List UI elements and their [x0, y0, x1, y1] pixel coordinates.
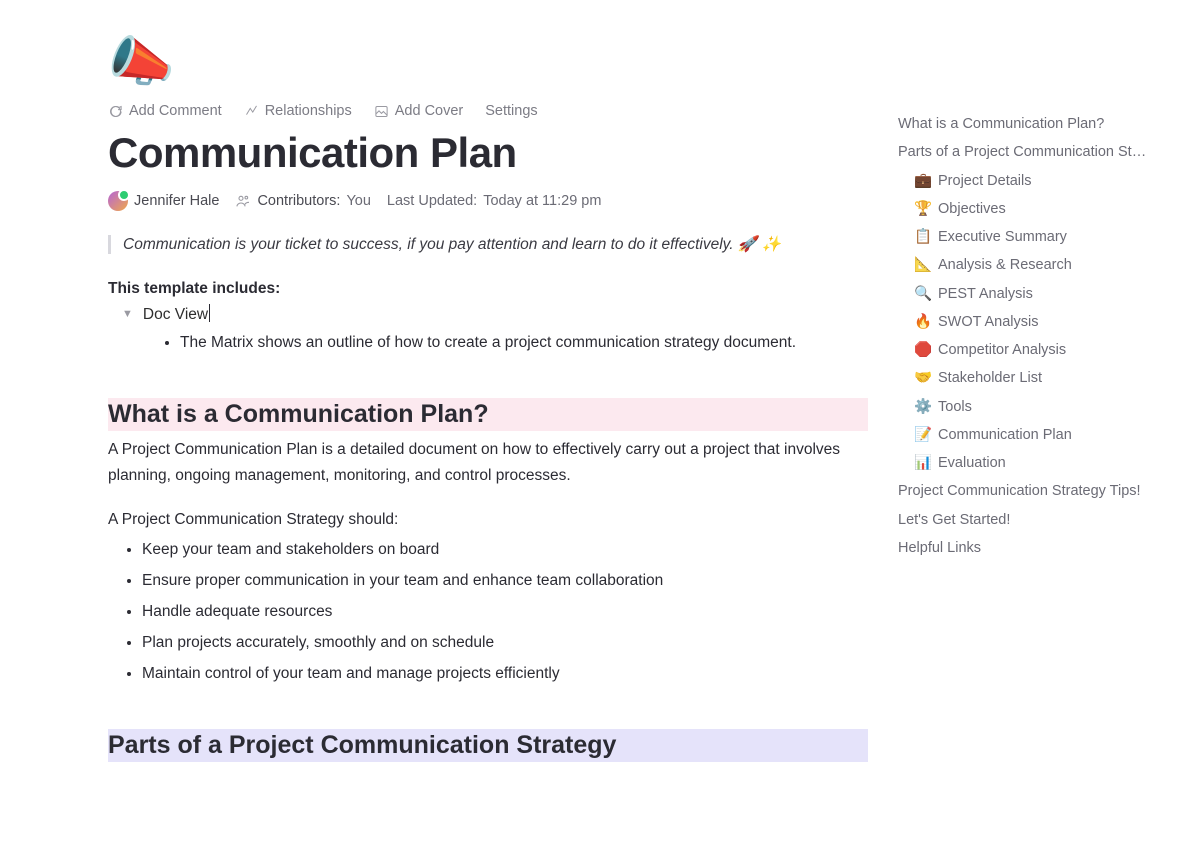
heading-what-is[interactable]: What is a Communication Plan? [108, 398, 868, 431]
toc-emoji-icon: 📐 [914, 251, 932, 279]
relationships-button[interactable]: Relationships [244, 103, 352, 119]
caret-down-icon: ▼ [122, 308, 133, 320]
last-updated: Last Updated: Today at 11:29 pm [387, 193, 602, 209]
comment-icon [108, 104, 123, 119]
main-document: 📣 Add Comment Relationships Add Cover Se… [108, 35, 868, 762]
toc-emoji-icon: 📊 [914, 449, 932, 477]
heading-parts[interactable]: Parts of a Project Communication Strateg… [108, 729, 868, 762]
toc-link[interactable]: Parts of a Project Communication St… [898, 138, 1168, 166]
toc-link[interactable]: 🏆Objectives [898, 195, 1168, 223]
people-icon [235, 193, 251, 209]
contributors-value: You [346, 193, 370, 209]
add-comment-button[interactable]: Add Comment [108, 103, 222, 119]
paragraph[interactable]: A Project Communication Strategy should: [108, 511, 868, 529]
settings-button[interactable]: Settings [485, 103, 537, 119]
toc-link[interactable]: 🛑Competitor Analysis [898, 336, 1168, 364]
toc-label: Objectives [938, 195, 1006, 223]
toc-label: Project Details [938, 167, 1031, 195]
add-cover-button[interactable]: Add Cover [374, 103, 464, 119]
relationships-icon [244, 104, 259, 119]
avatar [108, 191, 128, 211]
toc-label: Stakeholder List [938, 364, 1042, 392]
toc-link[interactable]: Project Communication Strategy Tips! [898, 477, 1168, 505]
image-icon [374, 104, 389, 119]
toc-label: Communication Plan [938, 421, 1072, 449]
author-name: Jennifer Hale [134, 193, 219, 209]
quote-block[interactable]: Communication is your ticket to success,… [108, 235, 868, 254]
toc-link[interactable]: Helpful Links [898, 534, 1168, 562]
toc-emoji-icon: 🏆 [914, 195, 932, 223]
toc-link[interactable]: 📐Analysis & Research [898, 251, 1168, 279]
strategy-list: Keep your team and stakeholders on board… [142, 535, 868, 689]
toc-link[interactable]: Let's Get Started! [898, 506, 1168, 534]
toc-emoji-icon: 🤝 [914, 364, 932, 392]
toc-link[interactable]: 🔍PEST Analysis [898, 280, 1168, 308]
toc-emoji-icon: 💼 [914, 167, 932, 195]
list-item[interactable]: Maintain control of your team and manage… [142, 659, 868, 690]
toc-link[interactable]: 💼Project Details [898, 167, 1168, 195]
last-updated-value: Today at 11:29 pm [483, 193, 601, 209]
toc-link[interactable]: 📝Communication Plan [898, 421, 1168, 449]
contributors-chip[interactable]: Contributors: You [235, 193, 370, 209]
list-item[interactable]: The Matrix shows an outline of how to cr… [180, 330, 868, 356]
page-toolbar: Add Comment Relationships Add Cover Sett… [108, 103, 868, 119]
toc-label: Tools [938, 393, 972, 421]
toc-emoji-icon: 🔥 [914, 308, 932, 336]
toc-label: Analysis & Research [938, 251, 1072, 279]
toolbar-label: Settings [485, 103, 537, 119]
toc-link[interactable]: 📊Evaluation [898, 449, 1168, 477]
toc-link[interactable]: 📋Executive Summary [898, 223, 1168, 251]
doc-view-list: The Matrix shows an outline of how to cr… [180, 330, 868, 356]
toc-label: Competitor Analysis [938, 336, 1066, 364]
toc-emoji-icon: 📋 [914, 223, 932, 251]
toc-emoji-icon: ⚙️ [914, 393, 932, 421]
list-item[interactable]: Plan projects accurately, smoothly and o… [142, 628, 868, 659]
toc-link[interactable]: 🔥SWOT Analysis [898, 308, 1168, 336]
list-item[interactable]: Keep your team and stakeholders on board [142, 535, 868, 566]
toc-label: Evaluation [938, 449, 1006, 477]
toolbar-label: Add Cover [395, 103, 464, 119]
toc-emoji-icon: 🛑 [914, 336, 932, 364]
paragraph[interactable]: A Project Communication Plan is a detail… [108, 437, 868, 489]
toolbar-label: Relationships [265, 103, 352, 119]
toggle-doc-view[interactable]: ▼ Doc View [122, 304, 868, 324]
last-updated-label: Last Updated: [387, 193, 477, 209]
page-title[interactable]: Communication Plan [108, 129, 868, 177]
toc-label: PEST Analysis [938, 280, 1033, 308]
toc-label: SWOT Analysis [938, 308, 1038, 336]
toc-emoji-icon: 🔍 [914, 280, 932, 308]
toc-emoji-icon: 📝 [914, 421, 932, 449]
list-item[interactable]: Ensure proper communication in your team… [142, 566, 868, 597]
toc-label: Executive Summary [938, 223, 1067, 251]
toc-link[interactable]: What is a Communication Plan? [898, 110, 1168, 138]
toolbar-label: Add Comment [129, 103, 222, 119]
meta-row: Jennifer Hale Contributors: You Last Upd… [108, 191, 868, 211]
page-icon[interactable]: 📣 [108, 35, 175, 89]
contributors-label: Contributors: [257, 193, 340, 209]
list-item[interactable]: Handle adequate resources [142, 597, 868, 628]
includes-heading[interactable]: This template includes: [108, 280, 868, 298]
toc-link[interactable]: ⚙️Tools [898, 393, 1168, 421]
toc-link[interactable]: 🤝Stakeholder List [898, 364, 1168, 392]
toggle-label: Doc View [143, 304, 210, 324]
table-of-contents: What is a Communication Plan?Parts of a … [898, 110, 1168, 562]
author-chip[interactable]: Jennifer Hale [108, 191, 219, 211]
